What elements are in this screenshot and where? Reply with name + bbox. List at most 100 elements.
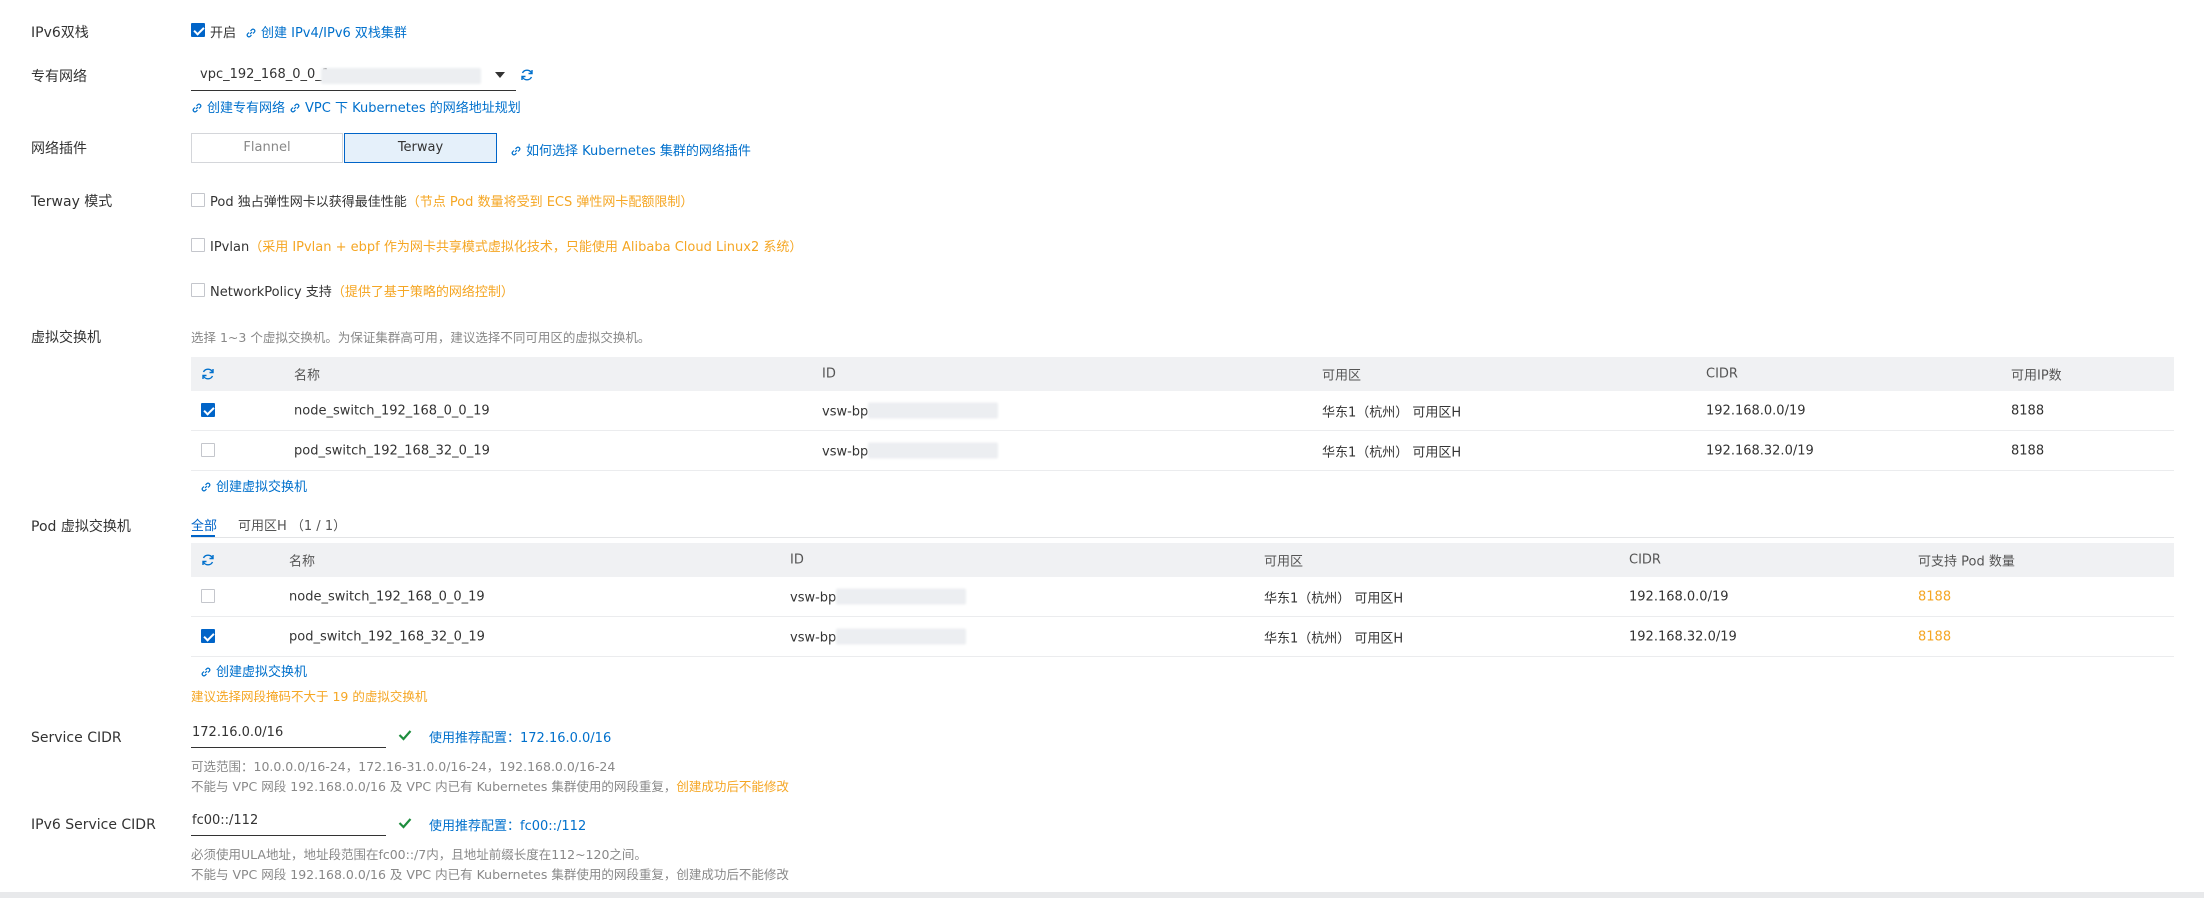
plugin-choice-link-text: 如何选择 Kubernetes 集群的网络插件 [526, 144, 751, 159]
create-vswitch-link-text: 创建虚拟交换机 [216, 480, 308, 495]
table-row[interactable]: node_switch_192_168_0_0_19 vsw-bp 华东1（杭州… [191, 577, 2174, 617]
column-header-ip-count: 可用IP数 [2011, 368, 2062, 384]
table-row[interactable]: node_switch_192_168_0_0_19 vsw-bp 华东1（杭州… [191, 391, 2174, 431]
terway-eni-checkbox[interactable] [191, 193, 205, 207]
service-cidr-label: Service CIDR [31, 730, 122, 746]
tab-all[interactable]: 全部 [191, 515, 217, 534]
vpc-select[interactable]: vpc_192_168_0_0_1 [191, 62, 516, 91]
create-vpc-link-text: 创建专有网络 [207, 101, 286, 116]
vpc-planning-link[interactable]: VPC 下 Kubernetes 的网络地址规划 [289, 97, 521, 116]
vswitch-table: 名称 ID 可用区 CIDR 可用IP数 node_switch_192_168… [191, 357, 2174, 477]
terway-eni-text: Pod 独占弹性网卡以获得最佳性能 [210, 195, 407, 210]
pod-vswitch-id-prefix: vsw-bp [790, 590, 837, 605]
vswitch-id-prefix: vsw-bp [822, 404, 869, 419]
pod-vswitch-id: vsw-bp [790, 588, 967, 605]
create-pod-vswitch-link[interactable]: 创建虚拟交换机 [200, 661, 307, 680]
pod-vswitch-name: pod_switch_192_168_32_0_19 [289, 629, 485, 644]
row-checkbox[interactable] [201, 629, 215, 643]
service-cidr-input[interactable]: 172.16.0.0/16 [191, 725, 386, 748]
vswitch-hint: 选择 1~3 个虚拟交换机。为保证集群高可用，建议选择不同可用区的虚拟交换机。 [191, 330, 651, 345]
vswitch-id: vsw-bp [822, 442, 999, 459]
ipv6-enable-checkbox[interactable] [191, 23, 205, 37]
pod-vswitch-zone: 华东1（杭州） 可用区H [1264, 631, 1404, 646]
column-header-id: ID [790, 552, 804, 568]
pod-vswitch-table-header: 名称 ID 可用区 CIDR 可支持 Pod 数量 [191, 543, 2174, 577]
table-row[interactable]: pod_switch_192_168_32_0_19 vsw-bp 华东1（杭州… [191, 431, 2174, 471]
column-header-zone: 可用区 [1322, 368, 1362, 384]
ipv6-service-cidr-input[interactable]: fc00::/112 [191, 813, 386, 836]
pod-vswitch-id: vsw-bp [790, 628, 967, 645]
table-row[interactable]: pod_switch_192_168_32_0_19 vsw-bp 华东1（杭州… [191, 617, 2174, 657]
terway-networkpolicy-note: （提供了基于策略的网络控制） [331, 285, 514, 300]
row-checkbox[interactable] [201, 589, 215, 603]
link-icon [192, 103, 202, 113]
tab-zone-h[interactable]: 可用区H （1 / 1） [238, 515, 346, 534]
row-checkbox[interactable] [201, 403, 215, 417]
create-vpc-link[interactable]: 创建专有网络 [191, 97, 285, 116]
plugin-terway-option[interactable]: Terway [344, 133, 497, 163]
vswitch-id: vsw-bp [822, 402, 999, 419]
column-header-cidr: CIDR [1706, 366, 1738, 382]
pod-vswitch-pod-count: 8188 [1918, 589, 1952, 604]
pod-vswitch-name: node_switch_192_168_0_0_19 [289, 589, 485, 604]
link-icon [511, 146, 521, 156]
terway-ipvlan-checkbox[interactable] [191, 238, 205, 252]
terway-networkpolicy-option: NetworkPolicy 支持（提供了基于策略的网络控制） [210, 281, 514, 300]
ipv6-service-cidr-recommend-link[interactable]: 使用推荐配置：fc00::/112 [429, 815, 586, 834]
vswitch-id-prefix: vsw-bp [822, 444, 869, 459]
vswitch-id-redacted [868, 402, 999, 418]
pod-vswitch-cidr: 192.168.0.0/19 [1629, 589, 1729, 604]
column-header-name: 名称 [289, 554, 316, 570]
vswitch-table-header: 名称 ID 可用区 CIDR 可用IP数 [191, 357, 2174, 391]
terway-mode-label: Terway 模式 [31, 194, 113, 210]
ipv6-label: IPv6双栈 [31, 25, 89, 41]
terway-eni-option: Pod 独占弹性网卡以获得最佳性能（节点 Pod 数量将受到 ECS 弹性网卡配… [210, 191, 693, 210]
pod-vswitch-cidr: 192.168.32.0/19 [1629, 629, 1737, 644]
link-icon [201, 667, 211, 677]
service-cidr-conflict-text: 不能与 VPC 网段 192.168.0.0/16 及 VPC 内已有 Kube… [191, 779, 677, 794]
bottom-divider [0, 892, 2204, 898]
pod-vswitch-id-redacted [836, 588, 967, 604]
check-icon [398, 818, 412, 829]
pod-vswitch-id-redacted [836, 628, 967, 644]
column-header-pod-count: 可支持 Pod 数量 [1918, 554, 2015, 570]
vpc-id-redacted [321, 68, 481, 84]
link-icon [246, 28, 256, 38]
tab-active-indicator [191, 535, 215, 537]
pod-vswitch-table: 名称 ID 可用区 CIDR 可支持 Pod 数量 node_switch_19… [191, 543, 2174, 663]
pod-vswitch-id-prefix: vsw-bp [790, 630, 837, 645]
pod-vswitch-warning: 建议选择网段掩码不大于 19 的虚拟交换机 [191, 689, 428, 704]
ipv6-enable-label: 开启 [210, 26, 237, 41]
refresh-icon[interactable] [201, 367, 215, 381]
ipv6-service-cidr-conflict-hint: 不能与 VPC 网段 192.168.0.0/16 及 VPC 内已有 Kube… [191, 867, 789, 882]
ipv6-service-cidr-label: IPv6 Service CIDR [31, 817, 156, 833]
refresh-icon[interactable] [201, 553, 215, 567]
column-header-name: 名称 [294, 368, 321, 384]
plugin-choice-link[interactable]: 如何选择 Kubernetes 集群的网络插件 [510, 140, 751, 159]
terway-networkpolicy-checkbox[interactable] [191, 283, 205, 297]
column-header-zone: 可用区 [1264, 554, 1304, 570]
chevron-down-icon [495, 72, 505, 78]
vswitch-label: 虚拟交换机 [31, 330, 101, 346]
plugin-label: 网络插件 [31, 141, 87, 157]
vswitch-name: pod_switch_192_168_32_0_19 [294, 443, 490, 458]
vswitch-name: node_switch_192_168_0_0_19 [294, 403, 490, 418]
plugin-flannel-option[interactable]: Flannel [191, 133, 343, 163]
pod-vswitch-pod-count: 8188 [1918, 629, 1952, 644]
column-header-cidr: CIDR [1629, 552, 1661, 568]
vswitch-zone: 华东1（杭州） 可用区H [1322, 405, 1462, 420]
create-dual-stack-link[interactable]: 创建 IPv4/IPv6 双栈集群 [245, 22, 407, 41]
pod-vswitch-label: Pod 虚拟交换机 [31, 519, 131, 535]
vswitch-ip-count: 8188 [2011, 403, 2045, 418]
vswitch-cidr: 192.168.0.0/19 [1706, 403, 1806, 418]
vswitch-id-redacted [868, 442, 999, 458]
refresh-icon[interactable] [520, 68, 534, 82]
vpc-selected-value: vpc_192_168_0_0_1 [200, 67, 331, 82]
service-cidr-immutable-warning: 创建成功后不能修改 [676, 779, 789, 794]
service-cidr-recommend-link[interactable]: 使用推荐配置：172.16.0.0/16 [429, 727, 611, 746]
vpc-planning-link-text: VPC 下 Kubernetes 的网络地址规划 [305, 101, 521, 116]
row-checkbox[interactable] [201, 443, 215, 457]
vswitch-zone: 华东1（杭州） 可用区H [1322, 445, 1462, 460]
column-header-id: ID [822, 366, 836, 382]
create-vswitch-link[interactable]: 创建虚拟交换机 [200, 476, 307, 495]
